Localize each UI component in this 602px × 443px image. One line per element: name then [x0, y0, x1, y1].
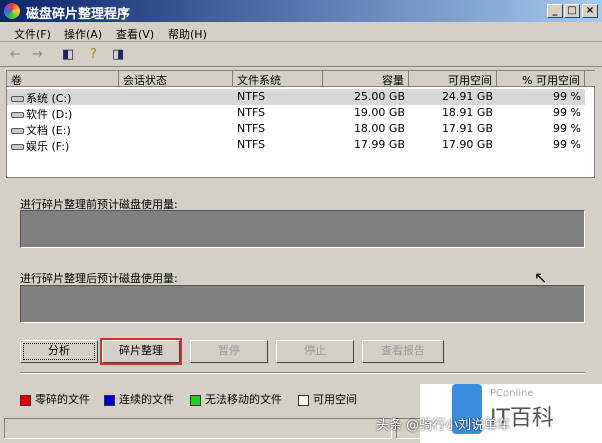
defragment-button[interactable]: 碎片整理	[102, 340, 180, 363]
volume-row[interactable]: 娱乐 (F:) NTFS 17.99 GB 17.90 GB 99 %	[7, 137, 585, 153]
file-system: NTFS	[237, 106, 266, 119]
stop-button[interactable]: 停止	[276, 340, 354, 363]
toolbar: ← → ◧ ? ◨	[0, 43, 602, 67]
legend-swatch	[20, 394, 31, 406]
minimize-button[interactable]: _	[547, 4, 563, 18]
forward-icon[interactable]: →	[32, 47, 43, 62]
back-icon[interactable]: ←	[10, 47, 21, 62]
action-pane-icon[interactable]: ◨	[112, 47, 124, 62]
capacity: 17.99 GB	[353, 138, 405, 151]
volume-name: 软件 (D:)	[11, 106, 72, 122]
free-space: 17.91 GB	[441, 122, 493, 135]
drive-icon	[11, 96, 24, 102]
volume-row[interactable]: 文档 (E:) NTFS 18.00 GB 17.91 GB 99 %	[7, 121, 585, 137]
after-usage-bar	[20, 285, 585, 323]
col-pct-free[interactable]: % 可用空间	[497, 71, 585, 87]
maximize-button[interactable]: □	[564, 4, 580, 18]
mouse-cursor-icon: ↖	[534, 268, 548, 287]
console-tree-icon[interactable]: ◧	[62, 47, 74, 62]
before-usage-bar	[20, 210, 585, 248]
free-space: 18.91 GB	[441, 106, 493, 119]
volume-label: 文档 (E:)	[26, 124, 71, 137]
col-status[interactable]: 会话状态	[119, 71, 233, 87]
legend-unmovable: 无法移动的文件	[190, 391, 282, 407]
header-filler	[585, 71, 595, 87]
volume-list[interactable]: 卷 会话状态 文件系统 容量 可用空间 % 可用空间 系统 (C:) NTFS …	[6, 70, 595, 178]
file-system: NTFS	[237, 90, 266, 103]
drive-icon	[11, 128, 24, 134]
volume-row[interactable]: 系统 (C:) NTFS 25.00 GB 24.91 GB 99 %	[7, 89, 585, 105]
legend-label: 连续的文件	[119, 393, 174, 406]
menu-help[interactable]: 帮助(H)	[168, 26, 207, 42]
col-volume[interactable]: 卷	[7, 71, 119, 87]
volume-label: 娱乐 (F:)	[26, 140, 70, 153]
watermark-credit: 头条 @骑行小刘说单车	[376, 418, 511, 433]
divider	[20, 372, 585, 374]
capacity: 18.00 GB	[353, 122, 405, 135]
menu-file[interactable]: 文件(F)	[14, 26, 51, 42]
col-capacity[interactable]: 容量	[323, 71, 409, 87]
legend-swatch	[104, 394, 115, 406]
file-system: NTFS	[237, 138, 266, 151]
watermark-brand: PConline	[490, 388, 534, 399]
legend-free: 可用空间	[298, 391, 357, 407]
pct-free: 99 %	[553, 90, 581, 103]
capacity: 19.00 GB	[353, 106, 405, 119]
pause-button[interactable]: 暂停	[190, 340, 268, 363]
close-button[interactable]: ×	[582, 4, 598, 18]
after-label: 进行碎片整理后预计磁盘使用量:	[20, 272, 178, 285]
capacity: 25.00 GB	[353, 90, 405, 103]
pct-free: 99 %	[553, 106, 581, 119]
analyze-button[interactable]: 分析	[20, 340, 98, 363]
help-icon[interactable]: ?	[90, 47, 97, 62]
col-free[interactable]: 可用空间	[409, 71, 497, 87]
legend-label: 可用空间	[313, 393, 357, 406]
drive-icon	[11, 144, 24, 150]
title-bar: 磁盘碎片整理程序	[0, 0, 602, 22]
col-fs[interactable]: 文件系统	[233, 71, 323, 87]
legend-label: 零碎的文件	[35, 393, 90, 406]
watermark: PConline IT百科 头条 @骑行小刘说单车	[376, 384, 602, 443]
app-icon	[4, 3, 20, 19]
legend-swatch	[190, 394, 201, 406]
menu-action[interactable]: 操作(A)	[64, 26, 102, 42]
volume-name: 文档 (E:)	[11, 122, 71, 138]
drive-icon	[11, 112, 24, 118]
free-space: 24.91 GB	[441, 90, 493, 103]
legend-swatch	[298, 394, 309, 406]
volume-row[interactable]: 软件 (D:) NTFS 19.00 GB 18.91 GB 99 %	[7, 105, 585, 121]
volume-label: 系统 (C:)	[26, 92, 72, 105]
volume-label: 软件 (D:)	[26, 108, 73, 121]
legend-label: 无法移动的文件	[205, 393, 282, 406]
file-system: NTFS	[237, 122, 266, 135]
volume-name: 娱乐 (F:)	[11, 138, 69, 154]
free-space: 17.90 GB	[441, 138, 493, 151]
legend-fragmented: 零碎的文件	[20, 391, 90, 407]
pct-free: 99 %	[553, 138, 581, 151]
volume-name: 系统 (C:)	[11, 90, 71, 106]
legend-contiguous: 连续的文件	[104, 391, 174, 407]
window-title: 磁盘碎片整理程序	[26, 7, 131, 22]
view-report-button[interactable]: 查看报告	[362, 340, 444, 363]
menu-bar: 文件(F) 操作(A) 查看(V) 帮助(H)	[0, 22, 602, 42]
menu-view[interactable]: 查看(V)	[116, 26, 154, 42]
pct-free: 99 %	[553, 122, 581, 135]
status-pane	[4, 418, 392, 439]
